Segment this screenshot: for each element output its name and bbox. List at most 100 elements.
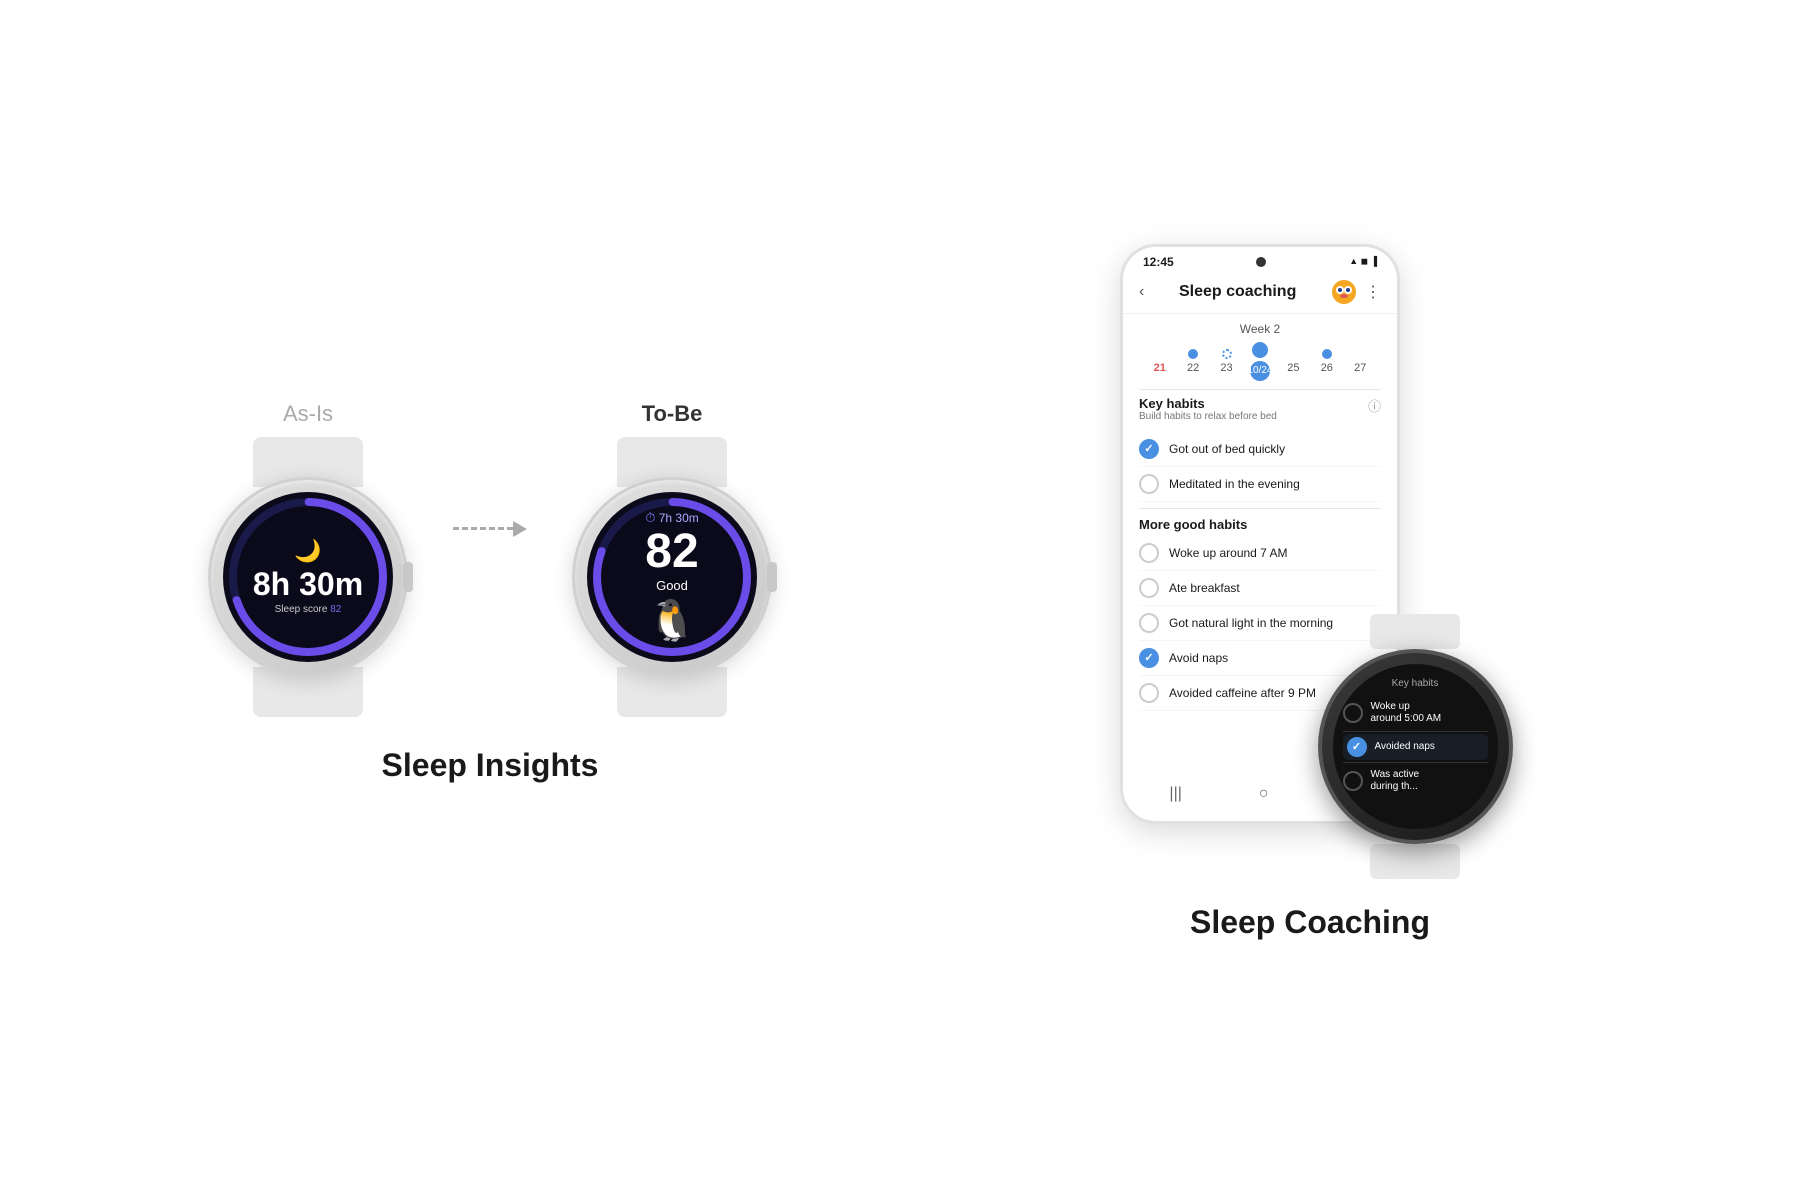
cal-num-21: 21	[1154, 362, 1166, 374]
phone-header-title: Sleep coaching	[1179, 283, 1296, 301]
more-habit-text-1: Woke up around 7 AM	[1169, 546, 1288, 560]
more-habit-check-4	[1139, 648, 1159, 668]
swatch-item-1[interactable]: Woke uparound 5:00 AM	[1343, 697, 1488, 729]
nav-menu-icon[interactable]: |||	[1169, 785, 1181, 803]
arrow-head	[513, 521, 527, 537]
more-habit-text-4: Avoid naps	[1169, 651, 1228, 665]
calendar-row: 21 22 23 10/24	[1139, 342, 1381, 381]
more-habit-text-5: Avoided caffeine after 9 PM	[1169, 686, 1316, 700]
header-right: ⋮	[1331, 279, 1381, 305]
sleep-coaching-title: Sleep Coaching	[1190, 904, 1430, 941]
main-container: As-Is 🌙	[0, 0, 1800, 1184]
asis-watch-crown	[403, 562, 413, 592]
more-options-icon[interactable]: ⋮	[1365, 282, 1381, 302]
cal-day-1024[interactable]: 10/24	[1243, 342, 1276, 381]
nav-home-icon[interactable]: ○	[1259, 785, 1269, 803]
cal-dot-26	[1322, 349, 1332, 359]
h-unit: h	[271, 566, 291, 602]
habit-item-2[interactable]: Meditated in the evening	[1139, 467, 1381, 502]
info-icon[interactable]: ⓘ	[1368, 396, 1381, 415]
more-habit-check-3	[1139, 613, 1159, 633]
owl-icon	[1331, 279, 1357, 305]
asis-watch-wrapper: As-Is 🌙	[193, 401, 423, 707]
cal-day-21[interactable]: 21	[1143, 349, 1176, 374]
tobe-watch-case: ⏱ 7h 30m 82 Good 🐧	[572, 477, 772, 677]
tobe-quality: Good	[656, 578, 688, 593]
habit-text-1: Got out of bed quickly	[1169, 442, 1285, 456]
swatch-text-3: Was activeduring th...	[1371, 769, 1420, 793]
tobe-duration: ⏱ 7h 30m	[645, 510, 699, 526]
cal-num-23: 23	[1220, 362, 1232, 374]
swatch-strap-bottom	[1370, 844, 1460, 879]
m-unit: m	[335, 566, 363, 602]
swatch-screen: Key habits Woke uparound 5:00 AM Avoided…	[1333, 664, 1498, 829]
habit-check-1	[1139, 439, 1159, 459]
devices-container: 12:45 ▲ ◼ ▐ ‹ Sleep coaching	[1100, 244, 1520, 864]
cal-num-26: 26	[1321, 362, 1333, 374]
more-habit-2[interactable]: Ate breakfast	[1139, 571, 1381, 606]
tobe-label: To-Be	[642, 401, 703, 427]
tobe-watch-wrapper: To-Be ⏱ 7h 30m	[557, 401, 787, 707]
arrow-container	[453, 521, 527, 587]
swatch-text-2: Avoided naps	[1375, 741, 1435, 753]
section-divider-1	[1139, 389, 1381, 390]
back-arrow-icon[interactable]: ‹	[1139, 283, 1144, 301]
more-habit-check-2	[1139, 578, 1159, 598]
sleep-insights-title: Sleep Insights	[382, 747, 599, 784]
cal-day-22[interactable]: 22	[1176, 349, 1209, 374]
key-habits-subtitle: Build habits to relax before bed	[1139, 411, 1277, 422]
asis-watch: 🌙 8h 30m Sleep score 82	[193, 437, 423, 707]
phone-header: ‹ Sleep coaching ⋮	[1123, 273, 1397, 314]
cal-num-22: 22	[1187, 362, 1199, 374]
swatch-divider-2	[1343, 762, 1488, 763]
tobe-watch-screen: ⏱ 7h 30m 82 Good 🐧	[587, 492, 757, 662]
cal-day-27[interactable]: 27	[1344, 349, 1377, 374]
cal-day-25[interactable]: 25	[1277, 349, 1310, 374]
section-divider-2	[1139, 508, 1381, 509]
sleep-coaching-section: 12:45 ▲ ◼ ▐ ‹ Sleep coaching	[900, 244, 1720, 941]
tobe-watch-content: ⏱ 7h 30m 82 Good 🐧	[645, 510, 699, 644]
key-habits-title-row: Key habits Build habits to relax before …	[1139, 396, 1381, 430]
swatch-divider-1	[1343, 731, 1488, 732]
swatch-item-2[interactable]: Avoided naps	[1343, 734, 1488, 760]
swatch-strap-top	[1370, 614, 1460, 649]
swatch-text-1: Woke uparound 5:00 AM	[1371, 701, 1442, 725]
habit-item-1[interactable]: Got out of bed quickly	[1139, 432, 1381, 467]
dashed-arrow	[453, 521, 527, 537]
tobe-score: 82	[645, 528, 698, 576]
swatch-item-3[interactable]: Was activeduring th...	[1343, 765, 1488, 797]
cal-dot-21	[1155, 349, 1165, 359]
swatch-title: Key habits	[1392, 678, 1439, 689]
cal-num-25: 25	[1287, 362, 1299, 374]
cal-dot-27	[1355, 349, 1365, 359]
habit-text-2: Meditated in the evening	[1169, 477, 1300, 491]
cal-day-23[interactable]: 23	[1210, 349, 1243, 374]
asis-watch-content: 🌙 8h 30m Sleep score 82	[253, 538, 363, 615]
cal-dot-23	[1222, 349, 1232, 359]
habit-check-2	[1139, 474, 1159, 494]
penguin-icon: 🐧	[647, 597, 697, 644]
cal-day-26[interactable]: 26	[1310, 349, 1343, 374]
moon-icon: 🌙	[294, 538, 321, 564]
tobe-watch-crown	[767, 562, 777, 592]
swatch-check-2	[1347, 737, 1367, 757]
swatch-case: Key habits Woke uparound 5:00 AM Avoided…	[1318, 649, 1513, 844]
more-habit-text-3: Got natural light in the morning	[1169, 616, 1333, 630]
cal-dot-22	[1188, 349, 1198, 359]
asis-watch-screen: 🌙 8h 30m Sleep score 82	[223, 492, 393, 662]
dashed-line	[453, 527, 513, 530]
more-habit-1[interactable]: Woke up around 7 AM	[1139, 536, 1381, 571]
key-habits-title: Key habits	[1139, 396, 1277, 411]
sleep-insights-section: As-Is 🌙	[80, 401, 900, 784]
phone-status-icons: ▲ ◼ ▐	[1349, 256, 1377, 267]
cal-dot-25	[1288, 349, 1298, 359]
swatch-check-3	[1343, 771, 1363, 791]
asis-watch-case: 🌙 8h 30m Sleep score 82	[208, 477, 408, 677]
swatch-check-1	[1343, 703, 1363, 723]
more-habits-title: More good habits	[1139, 517, 1381, 532]
asis-sleep-time: 8h 30m	[253, 568, 363, 600]
tobe-watch: ⏱ 7h 30m 82 Good 🐧	[557, 437, 787, 707]
smartwatch-overlay: Key habits Woke uparound 5:00 AM Avoided…	[1310, 614, 1520, 824]
cal-dot-1024	[1252, 342, 1268, 358]
cal-num-27: 27	[1354, 362, 1366, 374]
